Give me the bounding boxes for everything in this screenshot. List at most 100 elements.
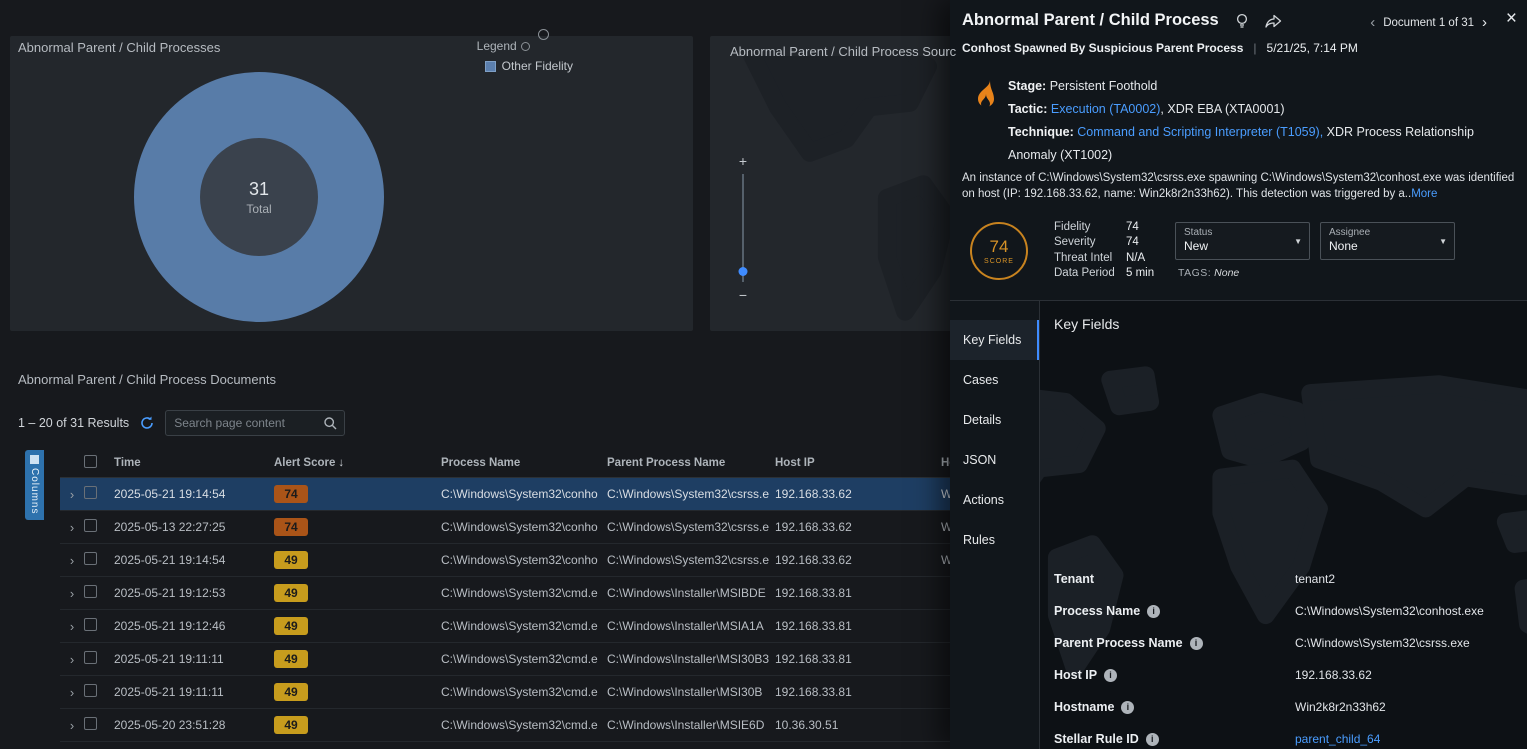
info-icon[interactable]: i — [1121, 701, 1134, 714]
cell-ip: 192.168.33.62 — [775, 487, 941, 501]
row-checkbox[interactable] — [84, 684, 97, 697]
tactic-line: Tactic: Execution (TA0002), XDR EBA (XTA… — [1008, 98, 1518, 121]
col-header-time[interactable]: Time — [114, 457, 274, 469]
field-value: C:\Windows\System32\conhost.exe — [1295, 604, 1484, 618]
panel-options-icon[interactable] — [538, 29, 549, 40]
search-input[interactable] — [166, 411, 344, 435]
legend-settings-icon[interactable] — [521, 42, 530, 51]
alert-score-badge: 49 — [274, 683, 308, 701]
close-icon[interactable]: × — [1506, 8, 1517, 30]
chevron-down-icon: ▼ — [1294, 237, 1302, 246]
status-dropdown-label: Status — [1184, 227, 1301, 238]
cell-process: C:\Windows\System32\cmd.e — [441, 718, 607, 732]
prev-document-icon[interactable]: ‹ — [1370, 14, 1375, 31]
info-icon[interactable]: i — [1190, 637, 1203, 650]
cell-score: 49 — [274, 716, 441, 734]
cell-ip: 192.168.33.81 — [775, 619, 941, 633]
share-icon[interactable] — [1263, 12, 1283, 30]
col-header-alert-score[interactable]: Alert Score↓ — [274, 457, 441, 469]
cell-ip: 192.168.33.62 — [775, 520, 941, 534]
stellar-rule-id-link[interactable]: parent_child_64 — [1295, 732, 1380, 746]
tab-rules[interactable]: Rules — [950, 520, 1039, 560]
refresh-icon[interactable] — [139, 415, 155, 431]
row-checkbox[interactable] — [84, 618, 97, 631]
cell-parent: C:\Windows\System32\csrss.e — [607, 553, 775, 567]
zoom-slider-knob[interactable] — [739, 267, 748, 276]
row-expand-icon[interactable]: › — [60, 553, 84, 568]
cell-time: 2025-05-13 22:27:25 — [114, 520, 274, 534]
cell-score: 74 — [274, 485, 441, 503]
stage-info: Stage: Persistent Foothold Tactic: Execu… — [1008, 75, 1518, 167]
row-checkbox[interactable] — [84, 486, 97, 499]
field-label: Hostnamei — [1054, 700, 1295, 714]
map-zoom-control: + − — [736, 154, 750, 302]
key-fields-content: Key Fields Tenant tenant2 Process Namei — [1040, 301, 1527, 749]
cell-ip: 10.36.30.51 — [775, 718, 941, 732]
zoom-out-button[interactable]: − — [739, 288, 747, 302]
tab-cases[interactable]: Cases — [950, 360, 1039, 400]
row-expand-icon[interactable]: › — [60, 619, 84, 634]
info-icon[interactable]: i — [1104, 669, 1117, 682]
columns-tab[interactable]: Columns — [25, 450, 44, 520]
cell-time: 2025-05-21 19:11:11 — [114, 652, 274, 666]
alert-description: An instance of C:\Windows\System32\csrss… — [962, 170, 1520, 202]
donut-total-label: Total — [246, 202, 271, 216]
tab-key-fields[interactable]: Key Fields — [950, 320, 1039, 360]
tab-actions[interactable]: Actions — [950, 480, 1039, 520]
assignee-dropdown[interactable]: Assignee None ▼ — [1320, 222, 1455, 260]
col-header-parent-process-name[interactable]: Parent Process Name — [607, 457, 775, 469]
cell-score: 49 — [274, 617, 441, 635]
cell-time: 2025-05-21 19:14:54 — [114, 553, 274, 567]
columns-tab-label: Columns — [29, 468, 40, 514]
legend-swatch — [485, 61, 496, 72]
col-header-process-name[interactable]: Process Name — [441, 457, 607, 469]
row-expand-icon[interactable]: › — [60, 652, 84, 667]
tab-details[interactable]: Details — [950, 400, 1039, 440]
select-all-checkbox[interactable] — [84, 455, 97, 468]
tags-value: None — [1214, 267, 1239, 279]
col-header-host-ip[interactable]: Host IP — [775, 457, 941, 469]
zoom-slider[interactable] — [742, 174, 744, 282]
cell-process: C:\Windows\System32\cmd.e — [441, 619, 607, 633]
row-checkbox[interactable] — [84, 651, 97, 664]
tags-label: TAGS: — [1178, 267, 1211, 279]
cell-process: C:\Windows\System32\conho — [441, 520, 607, 534]
row-checkbox[interactable] — [84, 585, 97, 598]
donut-chart[interactable]: 31 Total — [134, 72, 384, 322]
cell-process: C:\Windows\System32\conho — [441, 553, 607, 567]
more-link[interactable]: More — [1411, 188, 1437, 200]
status-dropdown[interactable]: Status New ▼ — [1175, 222, 1310, 260]
results-row: 1 – 20 of 31 Results — [18, 410, 345, 436]
chart-panel-title: Abnormal Parent / Child Processes — [18, 40, 220, 55]
cell-parent: C:\Windows\Installer\MSI30B3 — [607, 652, 775, 666]
info-icon[interactable]: i — [1146, 733, 1159, 746]
row-expand-icon[interactable]: › — [60, 487, 84, 502]
info-icon[interactable]: i — [1147, 605, 1160, 618]
row-checkbox[interactable] — [84, 552, 97, 565]
field-label: Tenant — [1054, 572, 1295, 586]
cell-process: C:\Windows\System32\cmd.e — [441, 652, 607, 666]
row-expand-icon[interactable]: › — [60, 718, 84, 733]
cell-ip: 192.168.33.81 — [775, 685, 941, 699]
next-document-icon[interactable]: › — [1482, 14, 1487, 31]
field-row-stellar-rule-id: Stellar Rule IDi parent_child_64 — [1054, 723, 1517, 749]
technique-link[interactable]: Command and Scripting Interpreter (T1059… — [1077, 125, 1323, 139]
legend-item-label: Other Fidelity — [502, 59, 573, 73]
row-expand-icon[interactable]: › — [60, 586, 84, 601]
legend-item-other-fidelity[interactable]: Other Fidelity — [485, 59, 573, 73]
alert-timestamp: 5/21/25, 7:14 PM — [1267, 41, 1358, 55]
row-expand-icon[interactable]: › — [60, 685, 84, 700]
row-checkbox[interactable] — [84, 519, 97, 532]
tactic-link[interactable]: Execution (TA0002) — [1051, 102, 1161, 116]
score-metrics: Fidelity74 Severity74 Threat IntelN/A Da… — [1054, 219, 1154, 281]
row-expand-icon[interactable]: › — [60, 520, 84, 535]
metric-value: 5 min — [1126, 267, 1154, 279]
metric-value: 74 — [1126, 221, 1139, 233]
zoom-in-button[interactable]: + — [739, 154, 747, 168]
lightbulb-icon[interactable] — [1233, 12, 1251, 30]
metric-value: N/A — [1126, 252, 1145, 264]
cell-parent: C:\Windows\Installer\MSI30B — [607, 685, 775, 699]
score-circle: 74 SCORE — [970, 222, 1028, 280]
row-checkbox[interactable] — [84, 717, 97, 730]
tab-json[interactable]: JSON — [950, 440, 1039, 480]
